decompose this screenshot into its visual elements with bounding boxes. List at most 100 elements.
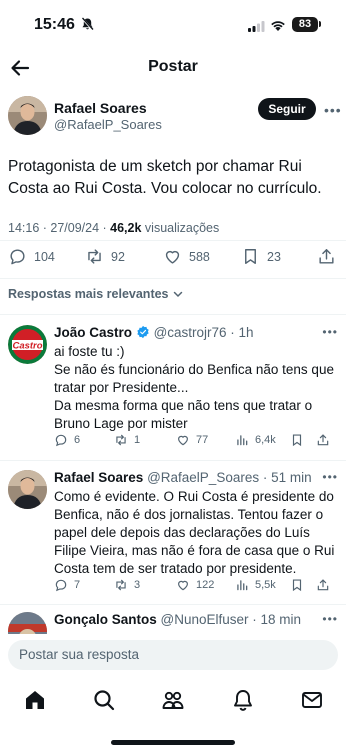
castro-logo-text: Castro <box>12 341 42 352</box>
bookmark-button[interactable] <box>290 578 310 592</box>
views-count: 6,4k <box>255 434 276 446</box>
silent-bell-icon <box>81 17 94 36</box>
reply-icon <box>55 434 67 447</box>
views-count: 5,5k <box>255 579 276 591</box>
share-button[interactable] <box>317 247 343 266</box>
status-time: 15:46 <box>34 16 75 33</box>
reply-text-line: Se não és funcionário do Benfica não ten… <box>54 362 334 377</box>
share-icon <box>317 434 329 446</box>
bookmark-icon <box>292 434 302 447</box>
communities-icon[interactable] <box>161 688 185 712</box>
sort-replies-dropdown[interactable]: Respostas mais relevantes <box>8 287 184 301</box>
repost-count: 1 <box>134 434 141 446</box>
reply-handle[interactable]: @RafaelP_Soares <box>147 470 259 485</box>
share-button[interactable] <box>316 578 336 592</box>
share-button[interactable] <box>316 433 336 447</box>
repost-icon <box>88 249 101 264</box>
reply-button[interactable]: 104 <box>8 247 55 266</box>
reply-icon <box>55 579 67 592</box>
reply-count: 104 <box>34 249 55 264</box>
reply-item[interactable]: Gonçalo Santos @NunoElfuser · 18 min ••• <box>8 612 338 634</box>
reply-text-line: Filipe Vieira, mas não é fora de casa qu… <box>54 543 335 558</box>
repost-count: 92 <box>111 249 125 264</box>
more-options-icon[interactable]: ••• <box>322 470 338 484</box>
like-count: 77 <box>196 434 209 446</box>
post-timestamp: 14:16 · 27/09/24 · <box>8 221 111 235</box>
reply-text: ai foste tu :) Se não és funcionário do … <box>54 343 338 433</box>
repost-button[interactable]: 92 <box>85 247 125 266</box>
author-handle[interactable]: @RafaelP_Soares <box>54 117 162 132</box>
post-text: Protagonista de um sketch por chamar Rui… <box>8 158 322 197</box>
home-icon[interactable] <box>23 688 47 712</box>
more-options-icon[interactable]: ••• <box>324 102 342 118</box>
heart-icon <box>178 580 188 591</box>
bookmark-count: 23 <box>267 249 281 264</box>
bookmark-button[interactable]: 23 <box>241 247 281 266</box>
heart-icon <box>165 250 180 264</box>
reply-text-line: Costa tem de ser tratado por presidente. <box>54 561 297 576</box>
like-button[interactable]: 122 <box>176 578 214 592</box>
reply-author-name[interactable]: Rafael Soares <box>54 470 143 485</box>
reply-author-name[interactable]: Gonçalo Santos <box>54 612 157 627</box>
reply-button[interactable]: 7 <box>54 578 80 592</box>
sort-label: Respostas mais relevantes <box>8 287 169 301</box>
follow-button[interactable]: Seguir <box>258 98 316 120</box>
reply-text-line: Benfica, não é dos jornalistas. Tentou f… <box>54 507 324 522</box>
like-button[interactable]: 588 <box>163 247 210 266</box>
post-author: Rafael Soares @RafaelP_Soares Seguir ••• <box>8 96 341 138</box>
bookmark-button[interactable] <box>290 433 310 447</box>
like-count: 588 <box>189 249 210 264</box>
search-icon[interactable] <box>92 688 116 712</box>
reply-button[interactable]: 6 <box>54 433 80 447</box>
divider <box>0 278 346 279</box>
reply-header: Rafael Soares @RafaelP_Soares · 51 min <box>54 470 312 485</box>
reply-time: · 18 min <box>248 612 302 627</box>
divider <box>0 314 346 315</box>
reply-header: Gonçalo Santos @NunoElfuser · 18 min <box>54 612 301 627</box>
author-name[interactable]: Rafael Soares <box>54 100 147 116</box>
reply-text-line: Como é evidente. O Rui Costa é president… <box>54 489 334 504</box>
avatar[interactable] <box>8 612 47 634</box>
reply-text-line: papel dele depois das declarações do Luí… <box>54 525 310 540</box>
reply-compose-input[interactable]: Postar sua resposta <box>8 640 338 670</box>
views-label: visualizações <box>141 221 220 235</box>
bookmark-icon <box>245 249 256 264</box>
views-chart-icon <box>237 435 248 446</box>
wifi-icon <box>270 18 286 36</box>
share-icon <box>319 249 334 264</box>
avatar[interactable] <box>8 470 47 509</box>
avatar[interactable]: Castro <box>8 325 47 364</box>
reply-text: Como é evidente. O Rui Costa é president… <box>54 488 338 578</box>
repost-button[interactable]: 3 <box>114 578 140 592</box>
reply-count: 7 <box>74 579 81 591</box>
bookmark-icon <box>292 579 302 592</box>
views-count: 46,2k <box>110 221 142 235</box>
views-button[interactable]: 6,4k <box>235 433 276 447</box>
reply-author-name[interactable]: João Castro <box>54 325 132 340</box>
post-actions: 104 92 588 23 <box>8 247 338 269</box>
avatar[interactable] <box>8 96 47 135</box>
views-button[interactable]: 5,5k <box>235 578 276 592</box>
messages-icon[interactable] <box>300 688 324 712</box>
share-icon <box>317 579 329 591</box>
reply-header: João Castro @castrojr76 · 1h <box>54 325 254 340</box>
reply-item[interactable]: Castro João Castro @castrojr76 · 1h ••• … <box>8 325 338 455</box>
like-button[interactable]: 77 <box>176 433 208 447</box>
navigation-bar: Postar <box>0 50 346 86</box>
more-options-icon[interactable]: ••• <box>322 612 338 626</box>
like-count: 122 <box>196 579 215 591</box>
heart-icon <box>178 435 188 446</box>
repost-button[interactable]: 1 <box>114 433 140 447</box>
reply-item[interactable]: Rafael Soares @RafaelP_Soares · 51 min •… <box>8 470 338 598</box>
divider <box>0 604 346 605</box>
reply-text-line: Bruno Lage por mister <box>54 416 188 431</box>
battery-tip <box>319 21 321 27</box>
reply-count: 6 <box>74 434 81 446</box>
views-chart-icon <box>237 580 248 591</box>
reply-handle[interactable]: @NunoElfuser <box>161 612 249 627</box>
reply-handle[interactable]: @castrojr76 <box>154 325 227 340</box>
reply-icon <box>10 249 25 265</box>
notifications-icon[interactable] <box>231 688 255 712</box>
more-options-icon[interactable]: ••• <box>322 325 338 339</box>
verified-badge-icon <box>137 325 149 339</box>
